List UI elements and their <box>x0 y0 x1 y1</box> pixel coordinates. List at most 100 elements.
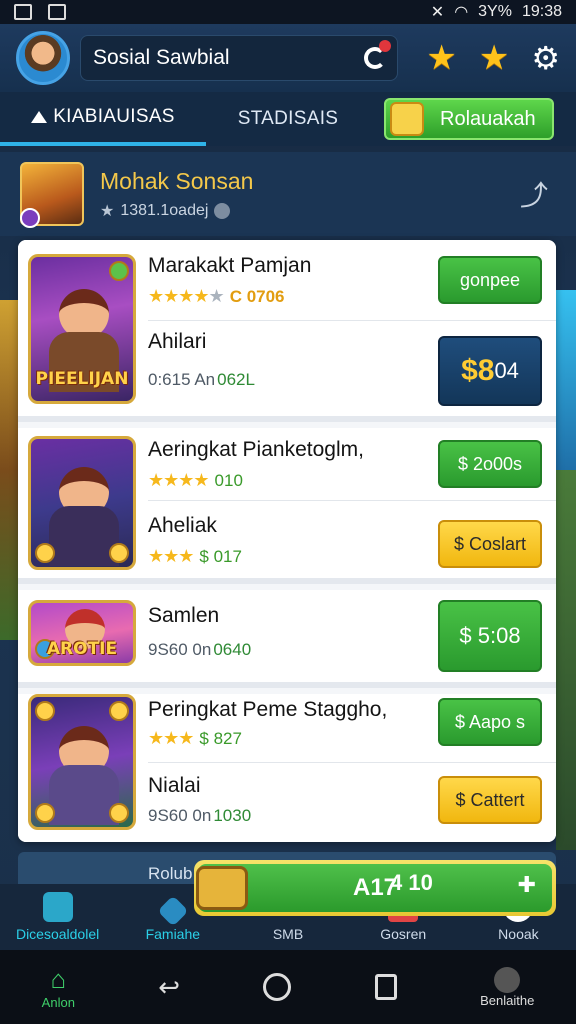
rating-stars-icon: ★★★★★ <box>148 286 225 306</box>
item-title: Aeringkat Pianketoglm, <box>148 438 364 461</box>
list-item: Aeringkat Pianketoglm, ★★★★ 010 $ 2o00s … <box>18 428 556 584</box>
gem-icon <box>109 701 129 721</box>
system-extra-label: Benlaithe <box>480 992 535 1008</box>
share-icon[interactable]: ⤴ <box>520 174 548 214</box>
nav-item-dashboard[interactable]: Dicesoaldolel <box>0 884 115 950</box>
refresh-icon[interactable] <box>364 40 391 70</box>
system-extra-button[interactable]: Benlaithe <box>480 966 535 1008</box>
item-subtitle: Nialai <box>148 774 201 797</box>
rating-value: $ 017 <box>199 546 242 566</box>
system-home-label: Anlon <box>41 995 75 1010</box>
divider <box>148 320 556 321</box>
family-icon <box>157 895 189 927</box>
tab-stats[interactable]: STADISAIS <box>206 92 370 146</box>
gem-icon <box>35 701 55 721</box>
list-item: Peringkat Peme Staggho, ★★★ $ 827 $ Aapo… <box>18 694 556 842</box>
action-button[interactable]: gonpee <box>438 256 542 304</box>
collect-button[interactable]: $ Cattert <box>438 776 542 824</box>
star-icon: ★ <box>100 202 115 220</box>
gem-icon <box>109 803 129 823</box>
system-home-circle-button[interactable] <box>263 973 292 1001</box>
profile-band: Mohak Sonsan ★ 1381.1oadej ⤴ <box>0 152 576 236</box>
rating-value: C 0706 <box>229 286 285 306</box>
hero-body <box>49 505 119 566</box>
hero-card-label: AROTIE <box>46 639 118 659</box>
app-header: ★ ★ ⚙ <box>0 24 576 92</box>
promo-button[interactable]: Rolauakah <box>384 98 554 140</box>
item-meta: 0:615 An <box>148 370 216 389</box>
bonus-right-value: 4 10 <box>390 870 433 895</box>
mute-icon: ✕ <box>430 4 445 21</box>
section-strip-label: Rolub <box>148 864 193 883</box>
tab-label: KIABIAUISAS <box>53 106 175 127</box>
bonus-bar[interactable]: A17 4 10 ✚ <box>194 860 556 916</box>
item-meta: 9S60 0n <box>148 640 212 659</box>
status-bar: ✕ ◠ 3Y% 19:38 <box>0 0 576 24</box>
item-title: Samlen <box>148 604 220 627</box>
hero-card-art[interactable] <box>28 694 136 830</box>
clock: 19:38 <box>521 3 562 20</box>
item-list: PIEELIJAN Marakakt Pamjan ★★★★★ C 0706 g… <box>18 240 556 842</box>
buy-button[interactable]: $8 04 <box>438 336 542 406</box>
background-decoration <box>556 470 576 850</box>
star-icon[interactable]: ★ <box>479 41 509 75</box>
gift-icon <box>390 102 424 136</box>
system-home-button[interactable]: ⌂ Anlon <box>42 964 75 1010</box>
wifi-icon: ◠ <box>454 4 469 21</box>
plus-icon[interactable]: ✚ <box>518 872 536 898</box>
nav-label: Gosren <box>380 926 427 942</box>
background-decoration <box>556 290 576 470</box>
home-icon: ⌂ <box>50 964 67 994</box>
price-amount: 04 <box>494 358 519 383</box>
action-button[interactable]: $ Aapo s <box>438 698 542 746</box>
gem-icon <box>35 803 55 823</box>
hero-card-label: PIEELIJAN <box>35 369 129 389</box>
tab-bar: KIABIAUISAS STADISAIS Rolauakah <box>0 92 576 146</box>
profile-name: Mohak Sonsan <box>100 167 254 194</box>
circle-home-icon <box>263 973 292 1001</box>
info-icon[interactable] <box>214 202 231 219</box>
recents-icon <box>374 974 397 1000</box>
puzzle-icon <box>494 966 521 993</box>
system-back-button[interactable]: ↩ <box>158 972 180 1003</box>
item-title: Peringkat Peme Staggho, <box>148 698 388 721</box>
profile-avatar[interactable] <box>20 162 84 228</box>
rating-value: $ 827 <box>199 728 242 748</box>
gem-icon <box>109 543 129 563</box>
item-title: Marakakt Pamjan <box>148 254 312 277</box>
hero-card-art[interactable] <box>28 436 136 570</box>
promo-label: Rolauakah <box>440 107 536 130</box>
hero-card-art[interactable]: AROTIE <box>28 600 136 666</box>
action-button[interactable]: $ 2o00s <box>438 440 542 488</box>
item-meta-value: 062L <box>217 370 255 389</box>
divider <box>148 500 556 501</box>
item-meta-value: 0640 <box>213 640 252 659</box>
background-decoration <box>0 300 18 640</box>
collect-button[interactable]: $ Coslart <box>438 520 542 568</box>
rating-stars-icon: ★★★★ <box>148 470 210 490</box>
buy-button[interactable]: $ 5:08 <box>438 600 542 672</box>
chest-icon <box>196 866 248 910</box>
item-meta: 9S60 0n <box>148 806 212 825</box>
system-nav-bar: ⌂ Anlon ↩ Benlaithe <box>0 950 576 1024</box>
item-subtitle: Ahilari <box>148 330 207 353</box>
dashboard-icon <box>42 892 73 922</box>
home-icon <box>31 111 48 123</box>
price-symbol: $8 <box>461 354 495 387</box>
tab-label: STADISAIS <box>237 108 339 129</box>
gallery-icon <box>48 4 66 20</box>
divider <box>148 762 556 763</box>
search-input[interactable] <box>93 46 364 70</box>
system-recents-button[interactable] <box>374 974 397 1000</box>
nav-label: Dicesoaldolel <box>15 926 100 942</box>
rating-stars-icon: ★★★ <box>148 728 194 748</box>
search-box[interactable] <box>80 35 398 81</box>
avatar[interactable] <box>16 31 70 85</box>
gear-icon[interactable]: ⚙ <box>531 42 560 74</box>
rating-stars-icon: ★★★ <box>148 546 194 566</box>
notification-icon <box>14 4 32 20</box>
tab-home[interactable]: KIABIAUISAS <box>0 92 206 146</box>
star-icon[interactable]: ★ <box>426 41 456 75</box>
hero-card-art[interactable]: PIEELIJAN <box>28 254 136 404</box>
battery-level: 3Y% <box>478 3 512 20</box>
